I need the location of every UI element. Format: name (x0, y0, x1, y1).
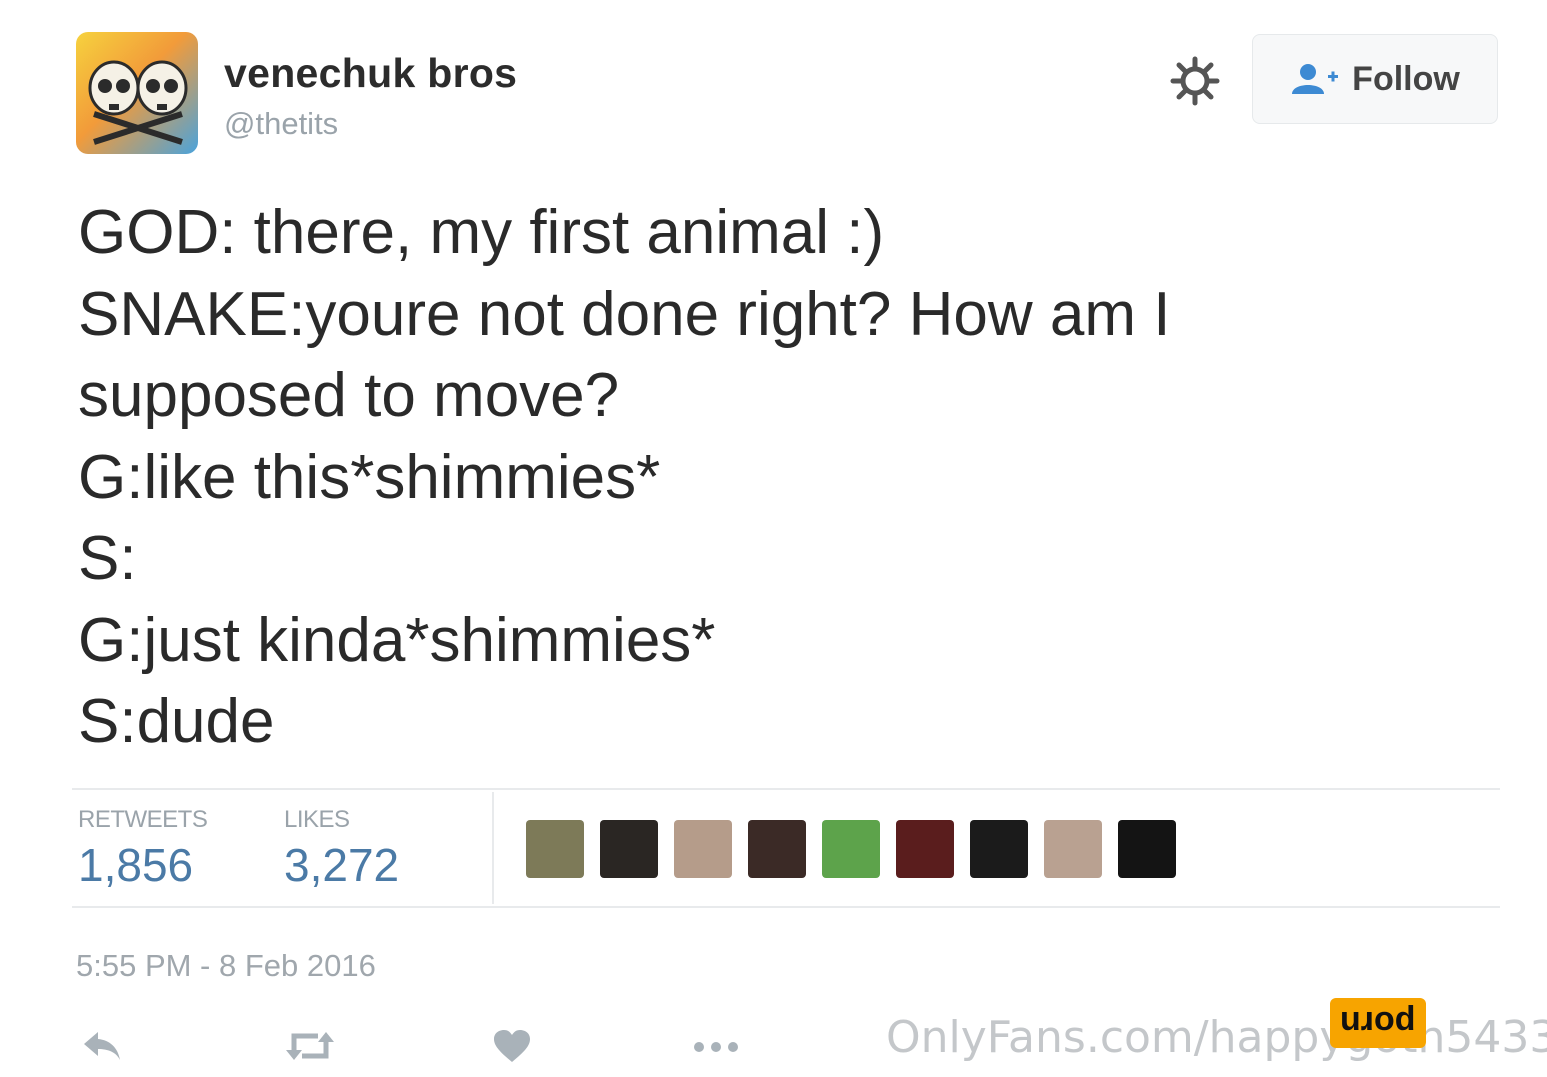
retweets-label: RETWEETS (78, 806, 208, 833)
watermark-badge-label: porn (1340, 1004, 1416, 1042)
liker-avatar[interactable] (822, 820, 880, 878)
retweet-icon[interactable] (284, 1028, 336, 1069)
user-handle[interactable]: @thetits (224, 106, 338, 142)
tweet-line: GOD: there, my first animal :) (78, 198, 885, 267)
liker-avatar[interactable] (970, 820, 1028, 878)
tweet-line: G:like this*shimmies* (78, 442, 661, 512)
liker-avatar[interactable] (526, 820, 584, 878)
more-icon[interactable] (692, 1040, 740, 1059)
retweets-count[interactable]: 1,856 (78, 838, 193, 892)
liker-avatar[interactable] (1044, 820, 1102, 878)
avatar[interactable] (76, 32, 198, 154)
gear-icon[interactable] (1170, 56, 1220, 106)
liker-avatar[interactable] (674, 820, 732, 878)
divider (72, 788, 1500, 790)
follow-button[interactable]: Follow (1252, 34, 1498, 124)
liker-avatar[interactable] (1118, 820, 1176, 878)
tweet-line: G:just kinda*shimmies* (78, 605, 716, 675)
tweet-line: S: (78, 524, 137, 593)
tweet-text: GOD: there, my first animal :) SNAKE:you… (78, 192, 1378, 763)
tweet-line: S:dude (78, 687, 275, 756)
heart-icon[interactable] (492, 1028, 532, 1069)
tweet-line: SNAKE:youre not done right? How am I (78, 279, 1171, 349)
follow-label: Follow (1352, 59, 1460, 98)
liker-avatar[interactable] (600, 820, 658, 878)
skulls-avatar-icon (88, 60, 188, 145)
likes-count[interactable]: 3,272 (284, 838, 399, 892)
liker-avatar[interactable] (748, 820, 806, 878)
divider (492, 792, 494, 904)
tweet-line: supposed to move? (78, 361, 620, 430)
add-user-icon (1292, 64, 1339, 94)
liker-avatars (526, 820, 1176, 878)
liker-avatar[interactable] (896, 820, 954, 878)
watermark-badge: porn (1330, 998, 1426, 1048)
reply-icon[interactable] (80, 1028, 124, 1069)
display-name[interactable]: venechuk bros (224, 50, 517, 97)
timestamp[interactable]: 5:55 PM - 8 Feb 2016 (76, 948, 376, 984)
watermark-text: OnlyFans.com/happygoth5433 (886, 1012, 1547, 1063)
likes-label: LIKES (284, 806, 350, 833)
divider (72, 906, 1500, 908)
